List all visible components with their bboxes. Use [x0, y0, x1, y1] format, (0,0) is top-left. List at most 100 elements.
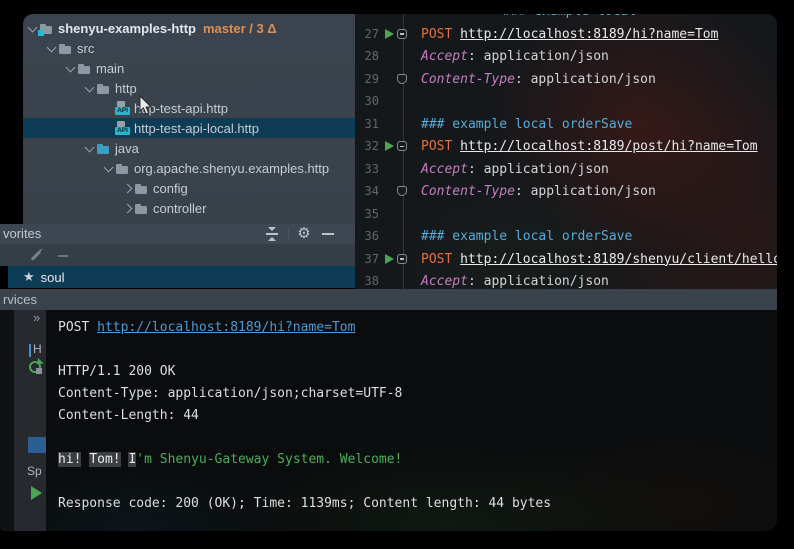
request-url[interactable]: http://localhost:8189/hi?name=Tom: [460, 27, 718, 42]
console-line: [58, 471, 777, 493]
line-number: 33: [355, 158, 379, 181]
tree-item-http-test-api-local-http[interactable]: http-test-api-local.http: [23, 118, 355, 138]
project-tool-window: shenyu-examples-http master / 3 Δ srcmain h…: [23, 14, 355, 224]
line-number: 32: [355, 135, 379, 158]
fold-marker-end[interactable]: [397, 186, 407, 196]
chevron-right-icon[interactable]: [122, 182, 134, 194]
response-url-link[interactable]: http://localhost:8189/hi?name=Tom: [97, 320, 355, 335]
edit-favorite-icon[interactable]: [31, 250, 42, 261]
code-segment: application/json: [531, 72, 656, 87]
code-segment: Accept: [421, 274, 468, 289]
collapse-all-icon[interactable]: [265, 227, 279, 241]
chevron-down-icon[interactable]: [103, 162, 115, 174]
favorites-panel-header: vorites ⚙: [0, 224, 355, 244]
tree-item-http[interactable]: http: [23, 78, 355, 98]
line-number: 35: [355, 203, 379, 226]
editor-line-36: 36### example local orderSave: [355, 225, 777, 248]
line-number: 29: [355, 68, 379, 91]
folder-icon: [96, 141, 111, 156]
response-console[interactable]: POST http://localhost:8189/hi?name=Tom H…: [46, 310, 777, 531]
running-indicator-bar: [29, 344, 31, 357]
editor-code: ### example local orderSave: [421, 113, 632, 136]
chevron-down-icon[interactable]: [65, 62, 77, 74]
code-segment: Accept: [421, 162, 468, 177]
tree-item-label: src: [77, 41, 94, 56]
editor-line-29: 29 Content-Type: application/json: [355, 68, 777, 91]
response-body-string: 'm Shenyu-Gateway System. Welcome!: [136, 452, 402, 467]
tree-item-label: main: [96, 61, 124, 76]
code-segment: [452, 139, 460, 154]
tree-item-label: controller: [153, 201, 206, 216]
fold-marker-end[interactable]: [397, 74, 407, 84]
line-number: 37: [355, 248, 379, 271]
tree-item-label: shenyu-examples-http: [58, 21, 196, 36]
services-panel-title: rvices: [3, 292, 37, 307]
console-text: Response code: 200 (OK); Time: 1139ms; C…: [58, 496, 551, 511]
hide-panel-icon[interactable]: [322, 233, 334, 235]
code-segment: application/json: [484, 49, 609, 64]
services-tree-selected-row[interactable]: [28, 437, 46, 453]
editor-code: Accept: application/json: [421, 158, 609, 181]
remove-favorite-icon[interactable]: [58, 255, 68, 257]
code-segment: :: [515, 72, 531, 87]
tree-item-http-test-api-http[interactable]: http-test-api.http: [23, 98, 355, 118]
fold-marker-start[interactable]: [397, 254, 407, 264]
code-segment: application/json: [531, 184, 656, 199]
editor-line-35: 35: [355, 203, 777, 226]
favorite-item-soul[interactable]: ★ soul: [8, 266, 355, 288]
run-state-icon: [31, 486, 42, 500]
folder-icon: [77, 61, 92, 76]
editor-line-27: 27POST http://localhost:8189/hi?name=Tom: [355, 23, 777, 46]
request-url[interactable]: http://localhost:8189/shenyu/client/hell…: [460, 252, 777, 267]
services-tree-item-top[interactable]: H: [33, 342, 42, 356]
code-segment: [452, 27, 460, 42]
chevron-down-icon[interactable]: [84, 82, 96, 94]
code-segment: [452, 252, 460, 267]
code-segment: Content-Type: [421, 184, 515, 199]
tree-item-java[interactable]: java: [23, 138, 355, 158]
request-url[interactable]: http://localhost:8189/post/hi?name=Tom: [460, 139, 757, 154]
double-chevron-icon[interactable]: »: [33, 310, 38, 325]
chevron-down-icon[interactable]: [84, 142, 96, 154]
services-tool-window: » H Sp POST http://localhost:8189/hi?nam…: [0, 310, 777, 531]
gear-icon[interactable]: ⚙: [295, 224, 313, 244]
tree-item-controller[interactable]: controller: [23, 198, 355, 218]
tree-item-label: http-test-api-local.http: [134, 121, 259, 136]
rerun-request-icon[interactable]: [29, 361, 41, 373]
editor-code: Accept: application/json: [421, 270, 609, 290]
favorites-panel-title: vorites: [3, 226, 41, 241]
fold-marker-start[interactable]: [397, 29, 407, 39]
editor-pane[interactable]: ### example local 27POST http://localhost…: [355, 14, 777, 290]
chevron-right-icon[interactable]: [122, 202, 134, 214]
api-file-icon: [115, 121, 130, 136]
folder-icon: [134, 201, 149, 216]
code-segment: :: [468, 274, 484, 289]
console-lines: POST http://localhost:8189/hi?name=Tom H…: [58, 317, 777, 515]
tree-item-shenyu-examples-http[interactable]: shenyu-examples-http master / 3 Δ: [23, 18, 355, 38]
run-request-icon[interactable]: [385, 141, 394, 151]
tree-item-main[interactable]: main: [23, 58, 355, 78]
code-segment: ### example local orderSave: [421, 229, 632, 244]
run-request-icon[interactable]: [385, 29, 394, 39]
editor-code: POST http://localhost:8189/shenyu/client…: [421, 248, 777, 271]
editor-code: Content-Type: application/json: [421, 68, 656, 91]
console-line: [58, 427, 777, 449]
line-number: 30: [355, 90, 379, 113]
tree-item-src[interactable]: src: [23, 38, 355, 58]
chevron-down-icon[interactable]: [46, 42, 58, 54]
editor-code: POST http://localhost:8189/hi?name=Tom: [421, 23, 718, 46]
console-line: Response code: 200 (OK); Time: 1139ms; C…: [58, 493, 777, 515]
tree-item-org-apache-shenyu-examples-http[interactable]: org.apache.shenyu.examples.http: [23, 158, 355, 178]
console-text: Content-Length: 44: [58, 408, 199, 423]
editor-line-37: 37 POST http://localhost:8189/shenyu/clie…: [355, 248, 777, 271]
tree-item-config[interactable]: config: [23, 178, 355, 198]
folder-icon: [115, 161, 130, 176]
folder-icon: [96, 81, 111, 96]
run-request-icon[interactable]: [385, 254, 394, 264]
fold-marker-start[interactable]: [397, 141, 407, 151]
line-number: 34: [355, 180, 379, 203]
git-branch-widget: master / 3 Δ: [203, 21, 277, 36]
editor-code: POST http://localhost:8189/post/hi?name=…: [421, 135, 758, 158]
code-segment: ### example local: [503, 14, 636, 19]
services-tree-item-bottom[interactable]: Sp: [27, 464, 42, 478]
